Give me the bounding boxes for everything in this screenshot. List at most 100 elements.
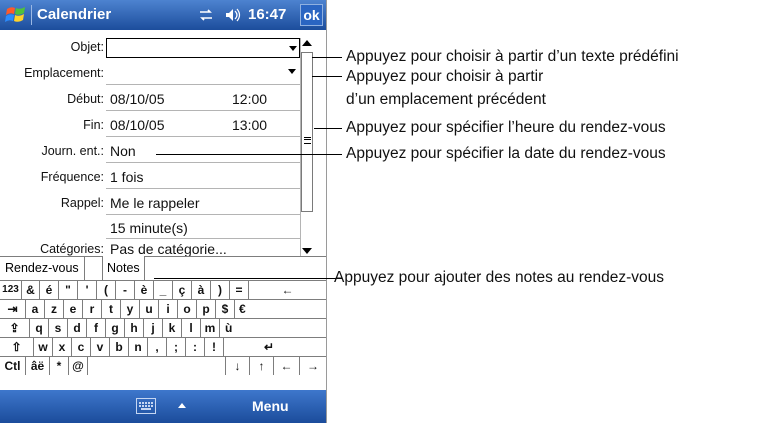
key[interactable]: d [68,319,87,337]
start-time[interactable]: 12:00 [232,91,267,107]
arrow-right-key[interactable]: → [300,357,326,375]
key[interactable]: h [125,319,144,337]
reminder-interval[interactable]: 15 minute(s) [110,220,188,236]
scroll-down-icon[interactable] [302,248,312,254]
form-scrollbar[interactable] [300,38,314,256]
leader-line [156,154,342,155]
key[interactable]: à [192,281,211,299]
field-label-rappel: Rappel: [60,196,104,210]
ok-button[interactable]: ok [300,4,323,26]
key[interactable]: q [30,319,49,337]
key[interactable]: z [45,300,64,318]
arrow-up-key[interactable]: ↑ [250,357,274,375]
key[interactable]: v [91,338,110,356]
key[interactable]: r [83,300,102,318]
key[interactable]: ù [220,319,326,337]
key[interactable]: _ [154,281,173,299]
volume-icon[interactable] [224,7,242,23]
key[interactable]: n [129,338,148,356]
field-label-categories: Catégories: [40,242,104,256]
annotation-date: Appuyez pour spécifier la date du rendez… [346,145,666,162]
chevron-up-icon[interactable] [178,403,186,408]
pocket-pc-screen: Calendrier 16:47 ok Objet: Emplacement: … [0,0,327,423]
tab-notes[interactable]: Notes [102,256,145,281]
arrow-left-key[interactable]: ← [274,357,300,375]
end-date[interactable]: 08/10/05 [110,117,165,133]
field-label-debut: Début: [67,92,104,106]
key[interactable]: é [40,281,59,299]
ctrl-key[interactable]: Ctl [0,357,26,375]
caps-lock-key[interactable]: ⇪ [0,319,30,337]
end-time[interactable]: 13:00 [232,117,267,133]
key[interactable]: o [178,300,197,318]
keyboard-row-3: ⇪ q s d f g h j k l m ù [0,319,326,338]
key[interactable]: ; [167,338,186,356]
annotation-location-line1: Appuyez pour choisir à partir [346,68,544,85]
start-date[interactable]: 08/10/05 [110,91,165,107]
menu-bar: Menu [0,390,326,423]
key[interactable]: è [135,281,154,299]
chevron-down-icon[interactable] [288,69,296,74]
key[interactable]: m [201,319,220,337]
enter-key[interactable]: ↵ [224,338,326,356]
key[interactable]: p [197,300,216,318]
location-input[interactable] [106,84,300,85]
tab-rendezvous[interactable]: Rendez-vous [0,257,85,280]
key[interactable]: - [116,281,135,299]
key[interactable]: ' [78,281,97,299]
key[interactable]: x [53,338,72,356]
key[interactable]: e [64,300,83,318]
shift-key[interactable]: ⇧ [0,338,34,356]
space-key[interactable] [88,357,226,375]
soft-keyboard: 123 & é " ' ( - è _ ç à ) = ← ⇥ a z e r … [0,280,326,391]
key[interactable]: @ [69,357,88,375]
key[interactable]: ç [173,281,192,299]
key[interactable]: t [102,300,121,318]
key[interactable]: , [148,338,167,356]
key[interactable]: y [121,300,140,318]
key[interactable]: ! [205,338,224,356]
key[interactable]: € [235,300,326,318]
occurrence-value[interactable]: 1 fois [110,169,143,185]
subject-input[interactable] [106,38,300,58]
key[interactable]: $ [216,300,235,318]
tab-key[interactable]: ⇥ [0,300,26,318]
field-divider [106,214,300,215]
windows-start-icon[interactable] [5,5,27,25]
key[interactable]: & [22,281,40,299]
key[interactable]: u [140,300,159,318]
key[interactable]: g [106,319,125,337]
accent-key[interactable]: âë [26,357,50,375]
key[interactable]: w [34,338,53,356]
key[interactable]: " [59,281,78,299]
connectivity-icon[interactable] [198,7,214,23]
key[interactable]: * [50,357,69,375]
chevron-down-icon[interactable] [289,46,297,51]
key[interactable]: ( [97,281,116,299]
backspace-key[interactable]: ← [249,281,326,299]
keyboard-row-4: ⇧ w x c v b n , ; : ! ↵ [0,338,326,357]
key[interactable]: a [26,300,45,318]
key[interactable]: ) [211,281,230,299]
key-123[interactable]: 123 [0,281,22,299]
key[interactable]: : [186,338,205,356]
menu-button[interactable]: Menu [252,398,289,414]
key[interactable]: b [110,338,129,356]
key[interactable]: = [230,281,249,299]
clock[interactable]: 16:47 [248,6,286,23]
all-day-value[interactable]: Non [110,143,136,159]
categories-value[interactable]: Pas de catégorie... [110,241,227,257]
field-label-fin: Fin: [83,118,104,132]
key[interactable]: k [163,319,182,337]
reminder-value[interactable]: Me le rappeler [110,195,200,211]
arrow-down-key[interactable]: ↓ [226,357,250,375]
scroll-up-icon[interactable] [302,40,312,46]
field-label-objet: Objet: [70,40,104,54]
keyboard-icon[interactable] [136,398,156,414]
key[interactable]: j [144,319,163,337]
key[interactable]: c [72,338,91,356]
key[interactable]: s [49,319,68,337]
key[interactable]: l [182,319,201,337]
key[interactable]: f [87,319,106,337]
key[interactable]: i [159,300,178,318]
